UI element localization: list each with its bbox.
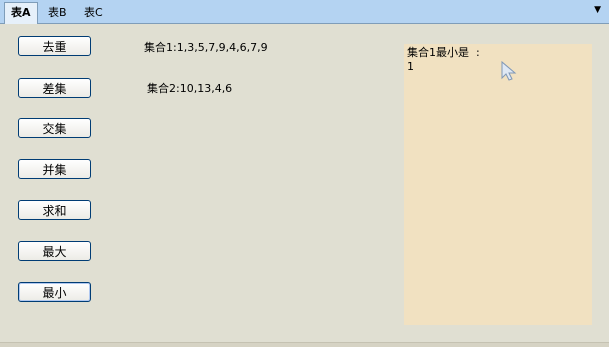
max-button[interactable]: 最大 bbox=[18, 241, 91, 261]
result-line-1: 集合1最小是 : bbox=[407, 46, 480, 59]
mouse-pointer-icon bbox=[501, 60, 517, 81]
union-button[interactable]: 并集 bbox=[18, 159, 91, 179]
tab-a[interactable]: 表A bbox=[4, 2, 38, 24]
difference-button[interactable]: 差集 bbox=[18, 78, 91, 98]
bottom-border bbox=[0, 342, 609, 347]
result-line-2: 1 bbox=[407, 60, 414, 73]
intersection-button[interactable]: 交集 bbox=[18, 118, 91, 138]
tab-c[interactable]: 表C bbox=[78, 3, 109, 23]
result-textbox[interactable]: 集合1最小是 : 1 bbox=[404, 44, 592, 325]
dropdown-arrow-icon[interactable]: ▼ bbox=[594, 5, 601, 15]
min-button[interactable]: 最小 bbox=[18, 282, 91, 302]
set2-label: 集合2:10,13,4,6 bbox=[147, 82, 233, 95]
dedupe-button[interactable]: 去重 bbox=[18, 36, 91, 56]
tab-b[interactable]: 表B bbox=[42, 3, 73, 23]
sum-button[interactable]: 求和 bbox=[18, 200, 91, 220]
set1-label: 集合1:1,3,5,7,9,4,6,7,9 bbox=[144, 41, 268, 54]
tab-bar: 表A 表B 表C ▼ bbox=[0, 0, 609, 24]
